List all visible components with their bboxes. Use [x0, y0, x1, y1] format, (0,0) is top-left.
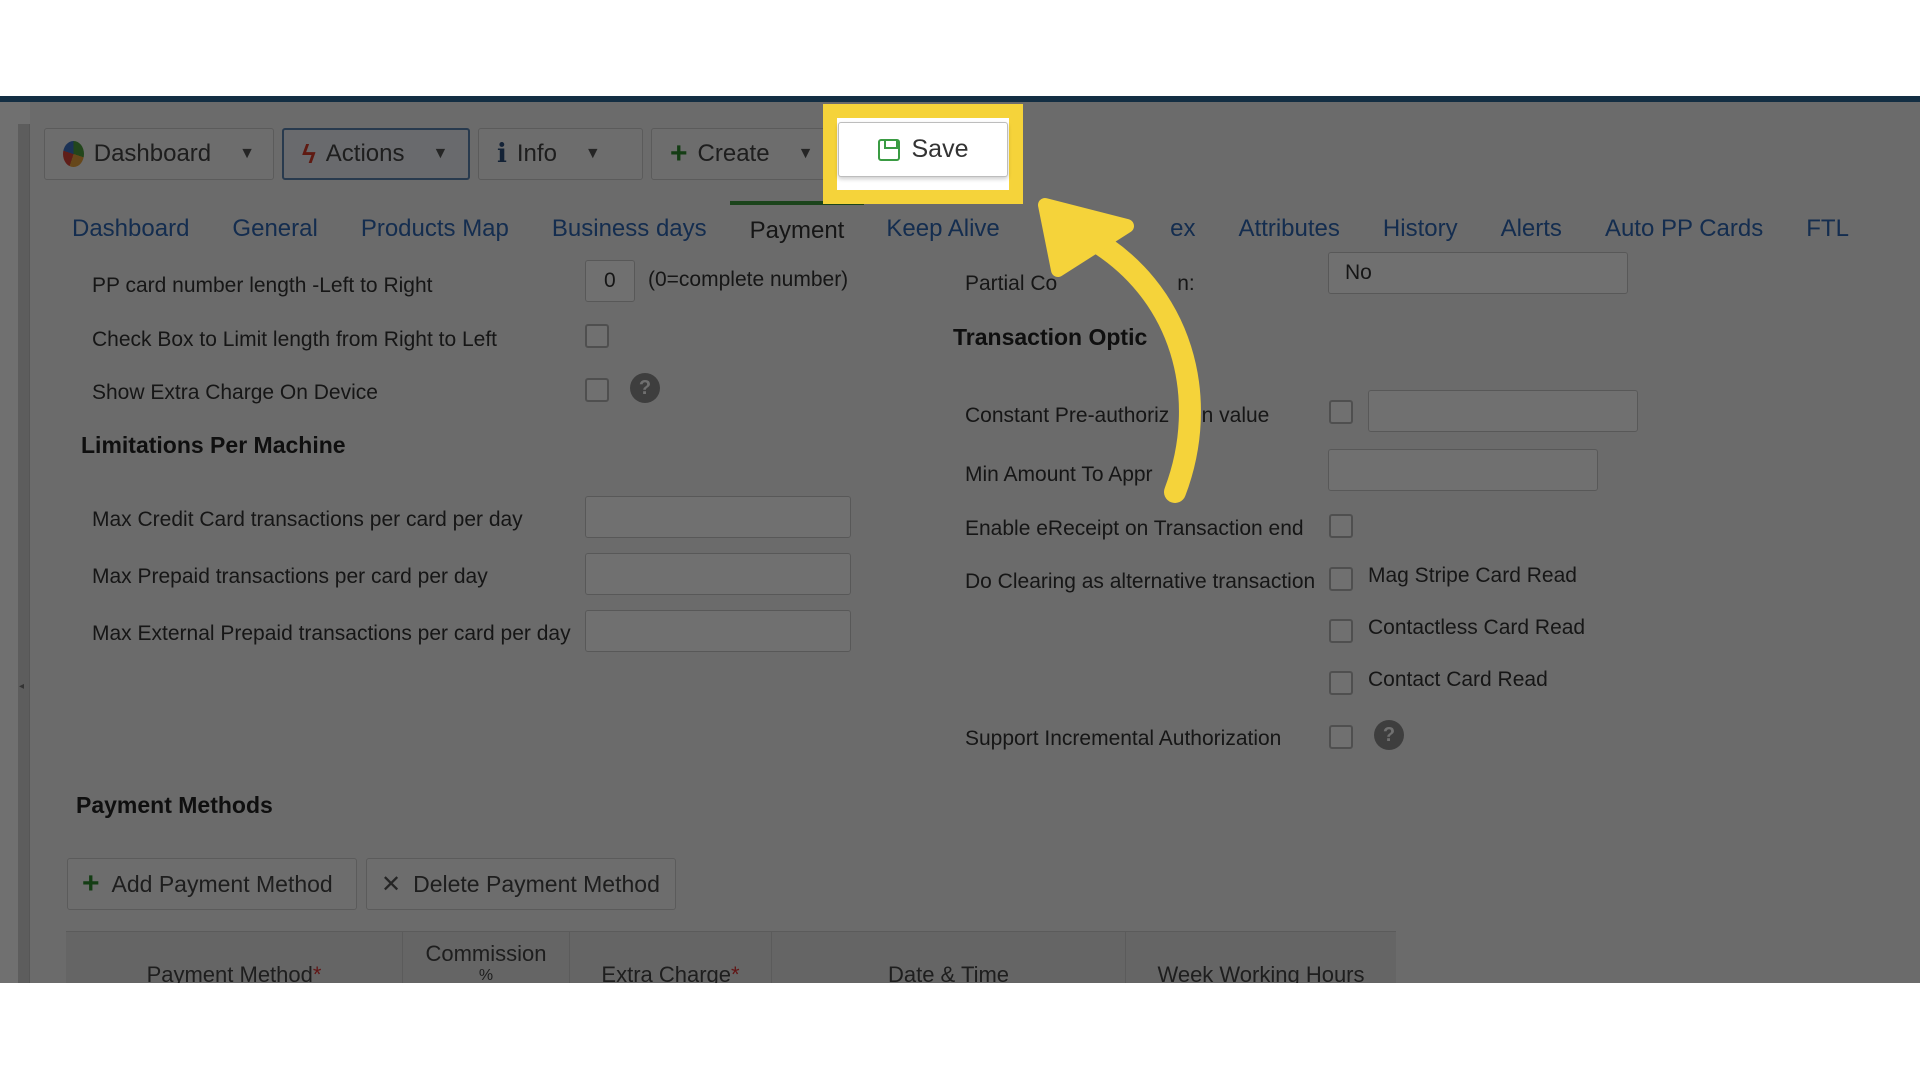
caret-down-icon: ▼: [239, 145, 255, 162]
main-content: Dashboard ▼ ϟ Actions ▼ i Info ▼ + Creat…: [30, 102, 1920, 983]
incremental-label: Support Incremental Authorization: [965, 727, 1282, 750]
show-extra-charge-label: Show Extra Charge On Device: [92, 381, 378, 404]
transaction-options-heading: Transaction Optic s: [953, 324, 1187, 350]
column-header-date-time[interactable]: Date & Time: [772, 932, 1126, 983]
tab-dashboard[interactable]: Dashboard: [72, 215, 189, 243]
tab-history[interactable]: History: [1383, 215, 1458, 243]
tab-queue[interactable]: Que: [1043, 215, 1088, 243]
close-icon: ✕: [381, 870, 402, 898]
pp-card-length-label: PP card number length -Left to Right: [92, 274, 433, 297]
pp-card-length-input[interactable]: 0: [585, 260, 635, 302]
tab-business-days[interactable]: Business days: [552, 215, 707, 243]
limitations-heading: Limitations Per Machine: [81, 432, 346, 458]
max-credit-input[interactable]: [585, 496, 851, 538]
tab-general[interactable]: General: [232, 215, 317, 243]
mag-stripe-label: Mag Stripe Card Read: [1368, 564, 1577, 587]
lightning-icon: ϟ: [302, 138, 316, 169]
create-button-label: Create: [697, 140, 770, 167]
pie-chart-icon: [63, 141, 84, 167]
add-payment-method-label: Add Payment Method: [111, 870, 333, 897]
payment-methods-table-header: Payment Method * Commission % Extra Charg…: [66, 931, 1396, 983]
delete-payment-method-label: Delete Payment Method: [413, 870, 660, 897]
save-disk-icon: [877, 138, 900, 161]
tab-attributes[interactable]: Attributes: [1239, 215, 1340, 243]
max-prepaid-label: Max Prepaid transactions per card per da…: [92, 565, 488, 588]
partial-confirmation-select[interactable]: No: [1328, 252, 1628, 294]
tab-index[interactable]: ex: [1170, 215, 1195, 243]
save-button[interactable]: Save: [838, 122, 1008, 177]
caret-down-icon: ▼: [432, 145, 449, 162]
max-external-input[interactable]: [585, 610, 851, 652]
save-button-label: Save: [911, 135, 969, 163]
payment-methods-heading: Payment Methods: [76, 792, 273, 818]
column-header-week-working-hours[interactable]: Week Working Hours: [1126, 932, 1396, 983]
tab-bar: Dashboard General Products Map Business …: [30, 201, 1920, 257]
help-icon[interactable]: ?: [1374, 720, 1404, 750]
contactless-checkbox[interactable]: [1329, 619, 1353, 643]
toolbar: Dashboard ▼ ϟ Actions ▼ i Info ▼ + Creat…: [44, 128, 826, 182]
info-button-label: Info: [516, 140, 557, 167]
info-icon: i: [497, 139, 507, 169]
delete-payment-method-button[interactable]: ✕ Delete Payment Method: [366, 858, 676, 910]
min-amount-label: Min Amount To Appr e: [965, 463, 1191, 486]
constant-preauth-label: Constant Pre-authoriz ion value: [965, 404, 1270, 427]
ereceipt-checkbox[interactable]: [1329, 514, 1353, 538]
column-header-extra-charge[interactable]: Extra Charge *: [570, 932, 772, 983]
contact-checkbox[interactable]: [1329, 671, 1353, 695]
tab-keep-alive[interactable]: Keep Alive: [886, 215, 999, 243]
info-button[interactable]: i Info ▼: [478, 128, 643, 180]
partial-confirmation-label: Partial Co n:: [965, 272, 1195, 295]
column-header-commission[interactable]: Commission %: [403, 932, 570, 983]
mag-stripe-checkbox[interactable]: [1329, 567, 1353, 591]
min-amount-input[interactable]: [1328, 449, 1598, 491]
left-collapse-bar[interactable]: [18, 124, 30, 983]
tab-ftl[interactable]: FTL: [1806, 215, 1849, 243]
ereceipt-label: Enable eReceipt on Transaction end: [965, 517, 1304, 540]
plus-icon: +: [82, 867, 100, 900]
tab-alerts[interactable]: Alerts: [1501, 215, 1562, 243]
dashboard-button-label: Dashboard: [93, 140, 212, 167]
contactless-label: Contactless Card Read: [1368, 616, 1586, 639]
max-external-label: Max External Prepaid transactions per ca…: [92, 622, 571, 645]
constant-preauth-input[interactable]: [1368, 390, 1638, 432]
show-extra-charge-checkbox[interactable]: [585, 378, 609, 402]
actions-button-label: Actions: [325, 140, 405, 167]
constant-preauth-checkbox[interactable]: [1329, 400, 1353, 424]
plus-icon: +: [670, 137, 688, 170]
help-icon[interactable]: ?: [630, 373, 660, 403]
contact-label: Contact Card Read: [1368, 668, 1548, 691]
collapse-arrow-icon[interactable]: ◂: [19, 681, 24, 692]
clearing-label: Do Clearing as alternative transaction: [965, 570, 1316, 593]
limit-right-left-label: Check Box to Limit length from Right to …: [92, 328, 498, 351]
tab-payment[interactable]: Payment: [729, 201, 865, 257]
caret-down-icon: ▼: [584, 145, 601, 162]
incremental-checkbox[interactable]: [1329, 725, 1353, 749]
pp-card-hint: (0=complete number): [648, 268, 849, 291]
create-button[interactable]: + Create ▼: [651, 128, 826, 180]
max-credit-label: Max Credit Card transactions per card pe…: [92, 508, 523, 531]
tab-auto-pp-cards[interactable]: Auto PP Cards: [1605, 215, 1763, 243]
max-prepaid-input[interactable]: [585, 553, 851, 595]
add-payment-method-button[interactable]: + Add Payment Method: [67, 858, 357, 910]
caret-down-icon: ▼: [797, 145, 814, 162]
limit-right-left-checkbox[interactable]: [585, 324, 609, 348]
dashboard-button[interactable]: Dashboard ▼: [44, 128, 274, 180]
app-screenshot: ◂ Dashboard ▼ ϟ Actions ▼ i Info ▼ + Cre…: [0, 96, 1920, 983]
actions-button[interactable]: ϟ Actions ▼: [282, 128, 470, 180]
column-header-payment-method[interactable]: Payment Method *: [66, 932, 403, 983]
tab-products-map[interactable]: Products Map: [361, 215, 509, 243]
